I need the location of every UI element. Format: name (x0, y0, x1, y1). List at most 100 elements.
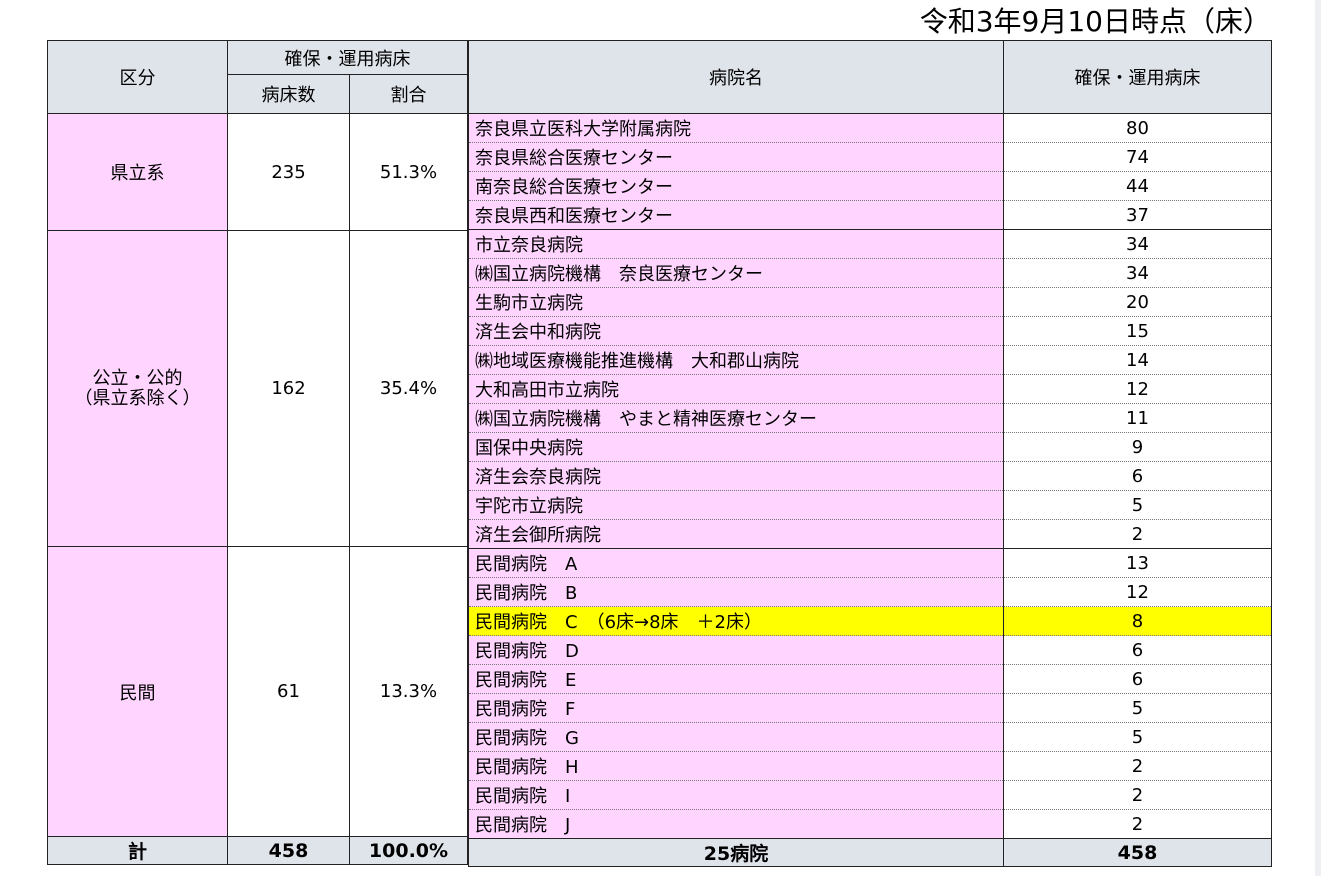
hospital-beds: 20 (1003, 287, 1272, 317)
hospital-row: 生駒市立病院 20 (468, 287, 1272, 317)
hospital-beds: 9 (1003, 432, 1272, 462)
hospital-name: 宇陀市立病院 (468, 490, 1004, 520)
hospital-beds: 14 (1003, 345, 1272, 375)
hospital-beds: 12 (1003, 374, 1272, 404)
hospital-name: 民間病院 H (468, 751, 1004, 781)
category-name: 民間 (47, 546, 228, 837)
header-hospital-name: 病院名 (468, 40, 1004, 114)
hospital-name: 民間病院 B (468, 577, 1004, 607)
hospital-beds: 2 (1003, 751, 1272, 781)
category-beds: 61 (227, 546, 350, 837)
hospital-beds: 44 (1003, 171, 1272, 201)
hospital-beds: 11 (1003, 403, 1272, 433)
hospital-name: 民間病院 I (468, 780, 1004, 810)
category-ratio: 35.4% (349, 230, 468, 547)
hospital-name: 民間病院 D (468, 635, 1004, 665)
header-bed-count: 病床数 (227, 74, 350, 114)
hospital-row: 民間病院 D6 (468, 635, 1272, 665)
hospital-row: 済生会御所病院 2 (468, 519, 1272, 549)
hospital-beds: 5 (1003, 722, 1272, 752)
hospital-name: 民間病院 C （6床→8床 ＋2床） (468, 606, 1004, 636)
hospital-table: 病院名 確保・運用病床 奈良県立医科大学附属病院 80 奈良県総合医療センター 74 南… (468, 40, 1272, 867)
hospital-rows: 奈良県立医科大学附属病院 80 奈良県総合医療センター 74 南奈良総合医療センター 44… (468, 113, 1272, 839)
hospital-row: ㈱国立病院機構 奈良医療センター 34 (468, 258, 1272, 288)
hospital-row: 済生会中和病院 15 (468, 316, 1272, 346)
total-secured-beds: 458 (1003, 838, 1272, 867)
hospital-name: 南奈良総合医療センター (468, 171, 1004, 201)
hospital-row: ㈱国立病院機構 やまと精神医療センター 11 (468, 403, 1272, 433)
hospital-name: 民間病院 J (468, 809, 1004, 839)
hospital-beds: 2 (1003, 780, 1272, 810)
hospital-row: 民間病院 G5 (468, 722, 1272, 752)
header-category: 区分 (47, 40, 228, 114)
hospital-row: 大和高田市立病院 12 (468, 374, 1272, 404)
hospital-beds: 37 (1003, 200, 1272, 230)
hospital-name: ㈱地域医療機能推進機構 大和郡山病院 (468, 345, 1004, 375)
hospital-row: 民間病院 C （6床→8床 ＋2床） 8 (468, 606, 1272, 636)
total-label: 計 (47, 836, 228, 865)
hospital-name: 済生会御所病院 (468, 519, 1004, 549)
hospital-row: 民間病院 J2 (468, 809, 1272, 839)
hospital-row: 民間病院 A 13 (468, 548, 1272, 578)
category-summary-table: 区分 確保・運用病床 病床数 割合 県立系 235 51.3% 公立・公的 （県… (47, 40, 468, 865)
hospital-row: 奈良県立医科大学附属病院 80 (468, 113, 1272, 143)
hospital-row: 民間病院 I2 (468, 780, 1272, 810)
hospital-name: 済生会奈良病院 (468, 461, 1004, 491)
header-ratio: 割合 (349, 74, 468, 114)
hospital-beds: 2 (1003, 809, 1272, 839)
hospital-name: 民間病院 G (468, 722, 1004, 752)
hospital-row: 奈良県西和医療センター 37 (468, 200, 1272, 230)
hospital-beds: 34 (1003, 258, 1272, 288)
hospital-name: ㈱国立病院機構 やまと精神医療センター (468, 403, 1004, 433)
category-ratio: 13.3% (349, 546, 468, 837)
hospital-row: 民間病院 F5 (468, 693, 1272, 723)
category-name: 県立系 (47, 113, 228, 231)
hospital-beds: 34 (1003, 229, 1272, 259)
hospital-beds: 15 (1003, 316, 1272, 346)
total-beds: 458 (227, 836, 350, 865)
hospital-name: 済生会中和病院 (468, 316, 1004, 346)
hospital-name: ㈱国立病院機構 奈良医療センター (468, 258, 1004, 288)
hospital-beds: 80 (1003, 113, 1272, 143)
category-name-line2: （県立系除く） (74, 387, 201, 409)
hospital-name: 国保中央病院 (468, 432, 1004, 462)
hospital-beds: 13 (1003, 548, 1272, 578)
category-beds: 235 (227, 113, 350, 231)
hospital-row: 奈良県総合医療センター 74 (468, 142, 1272, 172)
right-edge-strip (1315, 0, 1321, 876)
hospital-row: 国保中央病院 9 (468, 432, 1272, 462)
hospital-row: 民間病院 E6 (468, 664, 1272, 694)
hospital-row: 市立奈良病院 34 (468, 229, 1272, 259)
total-hospital-count: 25病院 (468, 838, 1004, 867)
hospital-name: 市立奈良病院 (468, 229, 1004, 259)
hospital-row: 民間病院 H2 (468, 751, 1272, 781)
hospital-name: 民間病院 E (468, 664, 1004, 694)
header-secured-group: 確保・運用病床 (227, 40, 468, 75)
hospital-name: 奈良県西和医療センター (468, 200, 1004, 230)
hospital-beds: 74 (1003, 142, 1272, 172)
hospital-name: 生駒市立病院 (468, 287, 1004, 317)
hospital-beds: 6 (1003, 635, 1272, 665)
category-name-line1: 公立・公的 (92, 367, 183, 389)
hospital-beds: 6 (1003, 664, 1272, 694)
hospital-name: 奈良県立医科大学附属病院 (468, 113, 1004, 143)
hospital-beds: 12 (1003, 577, 1272, 607)
hospital-row: 済生会奈良病院 6 (468, 461, 1272, 491)
header-secured-beds: 確保・運用病床 (1003, 40, 1272, 114)
category-ratio: 51.3% (349, 113, 468, 231)
hospital-name: 奈良県総合医療センター (468, 142, 1004, 172)
hospital-beds: 5 (1003, 490, 1272, 520)
hospital-row: 宇陀市立病院 5 (468, 490, 1272, 520)
hospital-beds: 2 (1003, 519, 1272, 549)
hospital-row: 南奈良総合医療センター 44 (468, 171, 1272, 201)
hospital-name: 大和高田市立病院 (468, 374, 1004, 404)
hospital-beds: 8 (1003, 606, 1272, 636)
category-name: 公立・公的 （県立系除く） (47, 230, 228, 547)
hospital-row: ㈱地域医療機能推進機構 大和郡山病院 14 (468, 345, 1272, 375)
hospital-name: 民間病院 F (468, 693, 1004, 723)
hospital-beds: 6 (1003, 461, 1272, 491)
hospital-beds: 5 (1003, 693, 1272, 723)
total-ratio: 100.0% (349, 836, 468, 865)
hospital-row: 民間病院 B 12 (468, 577, 1272, 607)
category-beds: 162 (227, 230, 350, 547)
